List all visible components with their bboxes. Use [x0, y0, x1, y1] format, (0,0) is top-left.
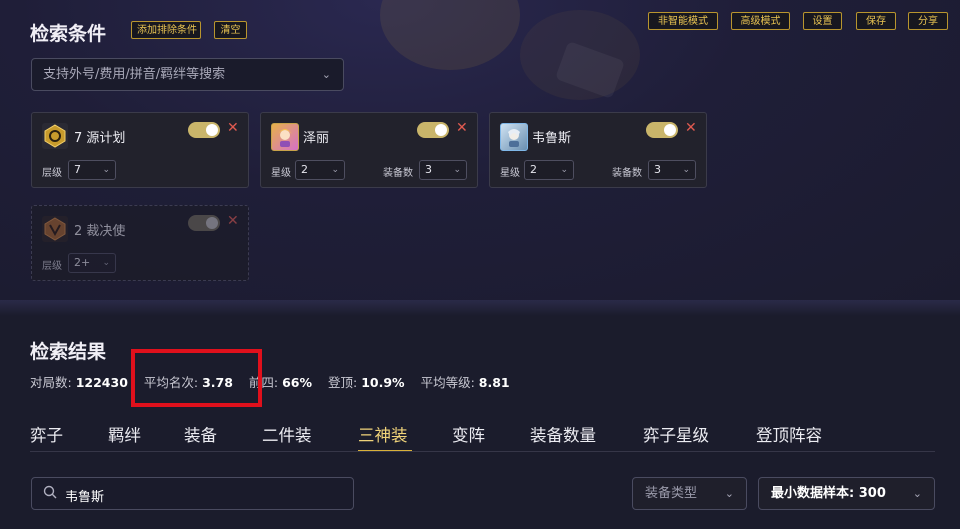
- tab-units[interactable]: 弈子: [30, 422, 63, 446]
- chevron-down-icon: ⌄: [724, 487, 734, 500]
- equip-type-label: 装备类型: [645, 486, 698, 501]
- close-icon[interactable]: ✕: [227, 120, 239, 136]
- tab-item-count[interactable]: 装备数量: [530, 422, 596, 446]
- card-name: 7 源计划: [74, 131, 126, 146]
- enable-toggle[interactable]: [188, 122, 220, 138]
- tier-value: 7: [74, 163, 81, 176]
- enable-toggle[interactable]: [417, 122, 449, 138]
- items-label: 装备数: [612, 168, 642, 179]
- star-select[interactable]: 2 ⌄: [524, 160, 574, 180]
- advanced-mode-button[interactable]: 高级模式: [731, 12, 790, 30]
- tier-select[interactable]: 2+ ⌄: [68, 253, 116, 273]
- trait-hexagon-icon: [42, 216, 68, 242]
- tab-formation[interactable]: 变阵: [452, 422, 485, 446]
- tier-label: 层级: [42, 261, 62, 272]
- chevron-down-icon: ⌄: [331, 165, 339, 175]
- condition-card-trait-arbiter[interactable]: 2 裁决使 ✕ 层级 2+ ⌄: [31, 205, 249, 281]
- close-icon[interactable]: ✕: [456, 120, 468, 136]
- tab-traits[interactable]: 羁绊: [108, 422, 141, 446]
- settings-button[interactable]: 设置: [803, 12, 842, 30]
- search-icon: [43, 485, 57, 503]
- tier-select[interactable]: 7 ⌄: [68, 160, 116, 180]
- items-label: 装备数: [383, 168, 413, 179]
- section-divider: [0, 300, 960, 316]
- enable-toggle[interactable]: [188, 215, 220, 231]
- clear-button[interactable]: 清空: [214, 21, 247, 39]
- items-value: 3: [425, 163, 432, 176]
- star-select[interactable]: 2 ⌄: [295, 160, 345, 180]
- chevron-down-icon: ⌄: [102, 165, 110, 175]
- tab-three-items[interactable]: 三神装: [358, 422, 408, 446]
- chevron-down-icon: ⌄: [453, 165, 461, 175]
- condition-card-trait-project[interactable]: 7 源计划 ✕ 层级 7 ⌄: [31, 112, 249, 188]
- chevron-down-icon: ⌄: [912, 487, 922, 500]
- chevron-down-icon: ⌄: [321, 68, 331, 81]
- condition-search-select[interactable]: 支持外号/费用/拼音/羁绊等搜索 ⌄: [31, 58, 344, 91]
- chevron-down-icon: ⌄: [682, 165, 690, 175]
- background-decoration: [380, 0, 520, 70]
- stat-first: 登顶: 10.9%: [328, 375, 405, 390]
- champion-portrait: [271, 123, 299, 151]
- add-exclude-button[interactable]: 添加排除条件: [131, 21, 201, 39]
- min-sample-dropdown[interactable]: 最小数据样本: 300 ⌄: [758, 477, 935, 510]
- champion-portrait: [500, 123, 528, 151]
- card-name: 韦鲁斯: [532, 131, 572, 146]
- tab-items[interactable]: 装备: [184, 422, 217, 446]
- condition-card-champion-varus[interactable]: 韦鲁斯 ✕ 星级 2 ⌄ 装备数 3 ⌄: [489, 112, 707, 188]
- star-value: 2: [301, 163, 308, 176]
- close-icon[interactable]: ✕: [685, 120, 697, 136]
- star-label: 星级: [271, 168, 291, 179]
- results-title: 检索结果: [30, 341, 107, 363]
- condition-card-champion-zeri[interactable]: 泽丽 ✕ 星级 2 ⌄ 装备数 3 ⌄: [260, 112, 478, 188]
- star-label: 星级: [500, 168, 520, 179]
- items-value: 3: [654, 163, 661, 176]
- tab-unit-star[interactable]: 弈子星级: [643, 422, 709, 446]
- enable-toggle[interactable]: [646, 122, 678, 138]
- tab-two-items[interactable]: 二件装: [262, 422, 312, 446]
- highlight-annotation-box: [131, 349, 262, 407]
- tab-top-comps[interactable]: 登顶阵容: [756, 422, 822, 446]
- condition-search-placeholder: 支持外号/费用/拼音/羁绊等搜索: [43, 67, 226, 82]
- tier-value: 2+: [74, 256, 91, 269]
- min-sample-label: 最小数据样本:: [771, 486, 855, 501]
- result-search-input[interactable]: 韦鲁斯: [31, 477, 354, 510]
- stat-avg-level: 平均等级: 8.81: [420, 375, 510, 390]
- min-sample-value: 300: [858, 486, 886, 501]
- results-stats: 对局数: 122430 平均名次: 3.78 前四: 66% 登顶: 10.9%…: [30, 372, 522, 391]
- conditions-title: 检索条件: [30, 23, 107, 45]
- non-smart-mode-button[interactable]: 非智能模式: [648, 12, 718, 30]
- tabs-divider: [30, 451, 935, 452]
- close-icon[interactable]: ✕: [227, 213, 239, 229]
- save-button[interactable]: 保存: [856, 12, 896, 30]
- stat-games: 对局数: 122430: [30, 375, 128, 390]
- star-value: 2: [530, 163, 537, 176]
- items-select[interactable]: 3 ⌄: [419, 160, 467, 180]
- search-value: 韦鲁斯: [65, 490, 105, 505]
- items-select[interactable]: 3 ⌄: [648, 160, 696, 180]
- chevron-down-icon: ⌄: [560, 165, 568, 175]
- share-button[interactable]: 分享: [908, 12, 948, 30]
- tier-label: 层级: [42, 168, 62, 179]
- card-name: 2 裁决使: [74, 224, 126, 239]
- chevron-down-icon: ⌄: [102, 258, 110, 268]
- equip-type-dropdown[interactable]: 装备类型 ⌄: [632, 477, 747, 510]
- trait-hexagon-icon: [42, 123, 68, 149]
- card-name: 泽丽: [303, 131, 330, 146]
